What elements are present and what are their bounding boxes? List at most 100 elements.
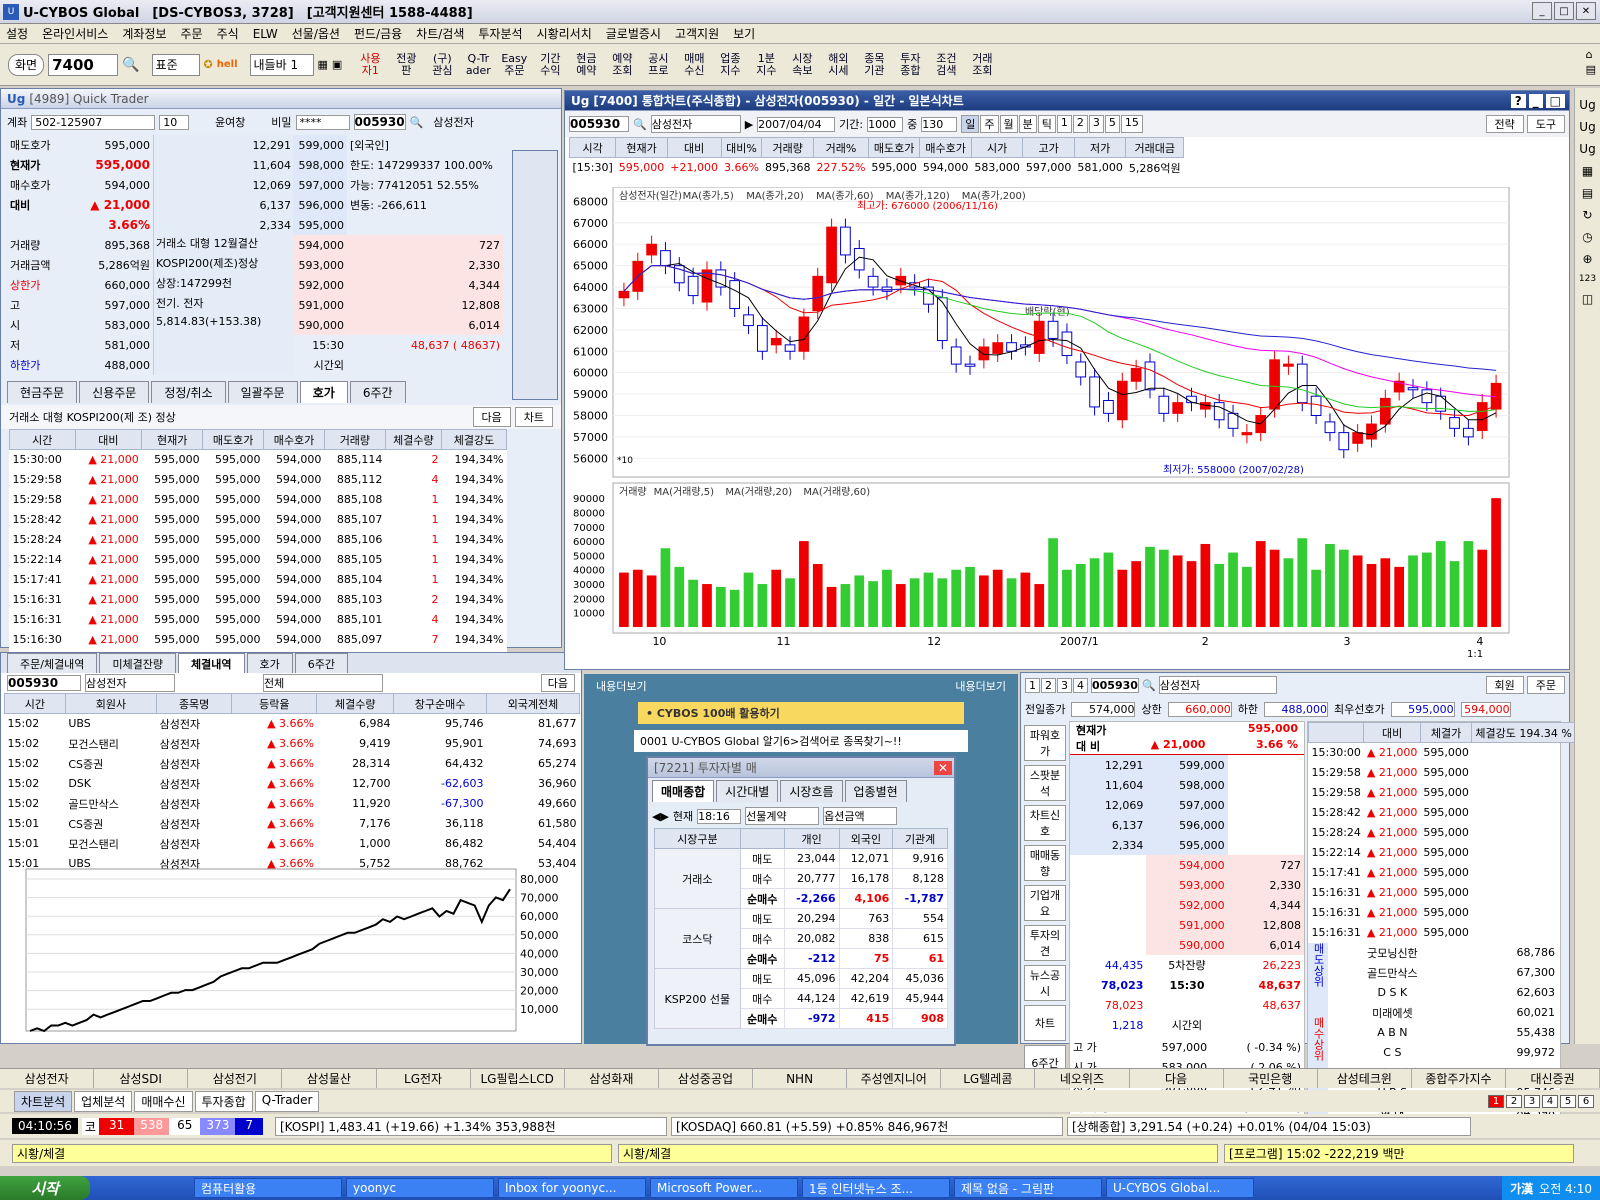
refresh-icon[interactable]: ↻	[1582, 208, 1592, 222]
menu-item[interactable]: 투자분석	[478, 25, 522, 42]
page-number-button[interactable]: 1	[1488, 1094, 1504, 1108]
layout-select[interactable]: 내들바 1	[249, 53, 314, 76]
menu-item[interactable]: 차트/검색	[416, 25, 464, 42]
toolbar-shortcut-button[interactable]: 시장 속보	[784, 47, 820, 83]
member-tab[interactable]: 체결내역	[178, 653, 245, 673]
chart-unit-button[interactable]: 1	[1056, 115, 1072, 133]
list-icon[interactable]: ▤	[1582, 186, 1593, 200]
chart-icon[interactable]: ◫	[1582, 292, 1593, 306]
order-action-button[interactable]: 주문	[1526, 676, 1565, 694]
prev-next-icon[interactable]: ◀▶	[652, 810, 669, 823]
menu-item[interactable]: 계좌정보	[122, 25, 166, 42]
member-tab[interactable]: 6주간	[294, 653, 349, 673]
order-code-input[interactable]: 005930	[1091, 677, 1139, 693]
stock-quick-button[interactable]: 종합주가지수	[1412, 1069, 1506, 1088]
taskbar-item[interactable]: yoonyc	[346, 1178, 494, 1198]
toolbar-shortcut-button[interactable]: 공시 프로	[640, 47, 676, 83]
program-trading-ticker[interactable]: [프로그램] 15:02 -222,219 백만	[1224, 1143, 1574, 1163]
stock-quick-button[interactable]: 주성엔지니어	[847, 1069, 942, 1088]
side-menu-button[interactable]: 차트	[1024, 1005, 1066, 1041]
member-tab[interactable]: 주문/체결내역	[7, 653, 98, 673]
hello-icon[interactable]: hell	[217, 59, 238, 70]
promo-banner[interactable]: • CYBOS 100배 활용하기	[638, 702, 964, 724]
chart-unit-button[interactable]: 월	[999, 115, 1018, 133]
order-tab[interactable]: 정정/취소	[151, 381, 226, 403]
chart-unit-button[interactable]: 일	[961, 115, 980, 133]
zoom-icon[interactable]: ⊕	[1582, 252, 1592, 266]
screen-code-input[interactable]: 7400	[48, 53, 119, 76]
bottom-tab[interactable]: 매매수신	[134, 1090, 193, 1112]
stock-quick-button[interactable]: 대신증권	[1506, 1069, 1600, 1088]
screen-number-button[interactable]: 3	[1057, 677, 1072, 693]
taskbar-item[interactable]: 1등 인터넷뉴스 조...	[802, 1178, 950, 1198]
investor-tab[interactable]: 업종별현	[844, 780, 907, 802]
page-number-button[interactable]: 4	[1542, 1094, 1558, 1108]
menu-item[interactable]: 설정	[6, 25, 28, 42]
shanghai-ticker[interactable]: [상해종합] 3,291.54 (+0.24) +0.01% (04/04 15…	[1066, 1116, 1471, 1136]
toolbar-shortcut-button[interactable]: 종목 기관	[856, 47, 892, 83]
menu-item[interactable]: 펀드/금융	[354, 25, 402, 42]
chart-unit-button[interactable]: 분	[1018, 115, 1037, 133]
taskbar-item[interactable]: Microsoft Power...	[650, 1178, 798, 1198]
stock-quick-button[interactable]: 삼성중공업	[659, 1069, 753, 1088]
taskbar-item[interactable]: U-CYBOS Global...	[1106, 1178, 1254, 1198]
member-tab[interactable]: 호가	[246, 653, 293, 673]
toolbar-shortcut-button[interactable]: 기간 수익	[532, 47, 568, 83]
side-menu-button[interactable]: 뉴스공시	[1024, 965, 1066, 1001]
menu-item[interactable]: ELW	[253, 27, 278, 41]
menu-item[interactable]: 온라인서비스	[42, 25, 108, 42]
notice-line[interactable]: 0001 U-CYBOS Global 알기6>검색어로 종목찾기~!!	[634, 730, 968, 752]
stock-quick-button[interactable]: LG전자	[377, 1069, 471, 1088]
chart-tool-button[interactable]: 전략	[1485, 115, 1524, 133]
taskbar-item[interactable]: 컴퓨터활용	[194, 1178, 342, 1198]
investor-tab[interactable]: 시장흐름	[780, 780, 843, 802]
menu-item[interactable]: 주식	[217, 25, 239, 42]
chart-unit-button[interactable]: 15	[1120, 115, 1143, 133]
page-number-button[interactable]: 6	[1578, 1094, 1594, 1108]
screen-button[interactable]: 화면	[8, 53, 45, 76]
next-button[interactable]: 다음	[472, 407, 511, 427]
search-icon[interactable]: 🔍	[410, 116, 424, 129]
tool-icon[interactable]: Ug	[1579, 120, 1595, 134]
order-tab[interactable]: 6주간	[349, 381, 406, 403]
account-suffix-select[interactable]: 10	[159, 114, 190, 130]
toolbar-shortcut-button[interactable]: Easy 주문	[496, 47, 532, 83]
more-link-1[interactable]: 내용더보기	[596, 678, 647, 694]
password-input[interactable]: ****	[295, 114, 350, 130]
maximize-icon[interactable]: □	[1545, 93, 1565, 108]
side-menu-button[interactable]: 차트신호	[1024, 805, 1066, 841]
clock-icon[interactable]: ◷	[1582, 230, 1592, 244]
page-number-button[interactable]: 3	[1524, 1094, 1540, 1108]
stock-quick-button[interactable]: NHN	[753, 1069, 848, 1088]
account-select[interactable]: 502-125907	[31, 114, 156, 130]
stock-quick-button[interactable]: LG필립스LCD	[471, 1069, 565, 1088]
page-number-button[interactable]: 2	[1506, 1094, 1522, 1108]
menu-item[interactable]: 시황리서치	[537, 25, 592, 42]
play-icon[interactable]: ▶	[745, 118, 753, 131]
toolbar-shortcut-button[interactable]: 예약 조회	[604, 47, 640, 83]
period-input[interactable]: 1000	[867, 116, 904, 132]
page-number-button[interactable]: 5	[1560, 1094, 1576, 1108]
search-icon[interactable]: 🔍	[1142, 679, 1156, 692]
side-menu-button[interactable]: 기업개요	[1024, 885, 1066, 921]
toolbar-shortcut-button[interactable]: 투자 종합	[892, 47, 928, 83]
stock-quick-button[interactable]: 삼성화재	[565, 1069, 659, 1088]
toolbar-shortcut-button[interactable]: 매매 수신	[676, 47, 712, 83]
side-menu-button[interactable]: 매매동향	[1024, 845, 1066, 881]
futures-select[interactable]: 선물계약	[745, 807, 820, 825]
close-icon[interactable]: ✕	[1576, 2, 1596, 20]
member-next-button[interactable]: 다음	[540, 674, 575, 692]
standard-select[interactable]: 표준	[151, 53, 200, 76]
search-icon[interactable]: 🔍	[633, 118, 647, 131]
chart-tool-button[interactable]: 도구	[1526, 115, 1565, 133]
chart-date-input[interactable]: 2007/04/04	[757, 116, 836, 132]
tool-icon[interactable]: Ug	[1579, 98, 1595, 112]
taskbar-item[interactable]: 제목 없음 - 그림판	[954, 1178, 1102, 1198]
more-link-2[interactable]: 내용더보기	[955, 678, 1006, 694]
investor-tab[interactable]: 매매종합	[652, 780, 715, 802]
toolbar-shortcut-button[interactable]: 거래 조회	[964, 47, 1000, 83]
ime-indicator[interactable]: 가漢	[1510, 1180, 1533, 1197]
medal-icon[interactable]: ✪	[204, 58, 213, 71]
screen-number-button[interactable]: 2	[1041, 677, 1056, 693]
grid-icon[interactable]: ▦	[1582, 164, 1593, 178]
